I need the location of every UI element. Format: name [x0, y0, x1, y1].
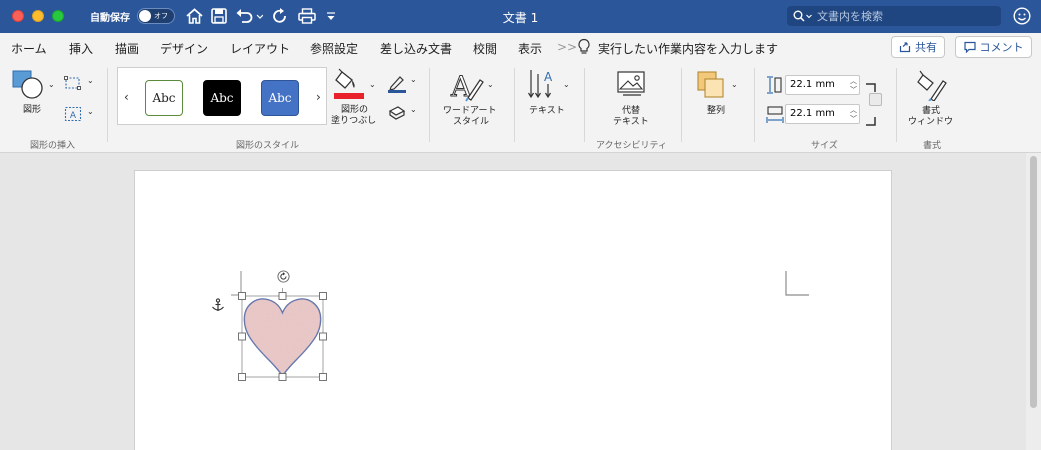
shape-outline-chevron-icon[interactable]: ⌄	[410, 75, 417, 84]
group-separator	[429, 68, 430, 142]
shape-width-input[interactable]	[790, 108, 846, 119]
group-label-insert-shapes: 図形の挿入	[30, 141, 76, 151]
shape-effects-icon[interactable]	[387, 105, 407, 125]
group-separator	[584, 68, 585, 142]
alt-text-icon[interactable]	[617, 70, 647, 102]
style-swatch-text: Abc	[268, 91, 292, 105]
shape-styles-gallery: ‹ Abc Abc Abc ›	[117, 67, 327, 125]
group-label-size: サイズ	[811, 141, 838, 151]
shapes-icon[interactable]	[12, 70, 46, 104]
wordart-label-1: ワードアート	[443, 106, 497, 116]
tab-layout[interactable]: レイアウト	[230, 40, 290, 57]
format-pane-icon[interactable]	[917, 69, 949, 105]
style-swatch-black[interactable]: Abc	[203, 80, 241, 116]
style-swatch-text: Abc	[210, 91, 234, 105]
arrange-label: 整列	[707, 106, 726, 116]
vertical-scrollbar[interactable]	[1026, 153, 1041, 450]
user-icon[interactable]	[1013, 7, 1031, 29]
shape-height-field[interactable]: ︿ ﹀	[785, 75, 860, 95]
style-swatch-outline[interactable]: Abc	[145, 80, 183, 116]
text-box-chevron-icon[interactable]: ⌄	[87, 107, 94, 116]
tab-references[interactable]: 参照設定	[310, 40, 358, 57]
shape-fill-chevron-icon[interactable]: ⌄	[369, 80, 376, 89]
text-direction-icon[interactable]: A	[527, 68, 558, 104]
gallery-prev-chevron-icon[interactable]: ‹	[124, 90, 129, 104]
shapes-label: 図形	[23, 105, 42, 115]
rotate-handle-icon[interactable]	[277, 268, 290, 287]
search-input[interactable]	[817, 9, 997, 23]
comment-icon	[963, 41, 976, 53]
text-chevron-icon[interactable]: ⌄	[563, 80, 570, 89]
heart-shape[interactable]	[235, 288, 333, 384]
group-separator	[107, 68, 108, 142]
group-label-format: 書式	[923, 141, 942, 151]
tab-design[interactable]: デザイン	[160, 40, 208, 57]
alt-text-label-2: テキスト	[613, 117, 649, 127]
width-increase-chevron-icon[interactable]: ︿	[850, 106, 857, 114]
svg-text:A: A	[70, 111, 77, 121]
tell-me-box[interactable]: 実行したい作業内容を入力します	[598, 40, 778, 57]
wordart-styles-icon[interactable]: A	[450, 70, 484, 106]
edit-shape-chevron-icon[interactable]: ⌄	[87, 76, 94, 85]
comment-button[interactable]: コメント	[955, 36, 1032, 58]
tab-draw[interactable]: 描画	[115, 40, 139, 57]
shape-fill-icon[interactable]	[334, 68, 364, 104]
tab-view[interactable]: 表示	[518, 40, 542, 57]
text-box-icon[interactable]: A	[64, 106, 82, 126]
height-decrease-chevron-icon[interactable]: ﹀	[850, 86, 857, 94]
group-separator	[514, 68, 515, 142]
document-page[interactable]	[134, 170, 892, 450]
margin-mark-top-right	[785, 271, 809, 296]
document-area	[0, 153, 1041, 450]
tab-mailings[interactable]: 差し込み文書	[380, 40, 452, 57]
aspect-lock-bracket-bottom-icon	[865, 111, 877, 130]
search-icon	[793, 10, 812, 22]
title-bar: 自動保存 オフ 文書 1	[0, 0, 1041, 33]
arrange-chevron-icon[interactable]: ⌄	[731, 80, 738, 89]
share-button[interactable]: 共有	[891, 36, 945, 58]
group-separator	[681, 68, 682, 142]
shape-fill-label-2: 塗りつぶし	[331, 116, 377, 126]
shape-outline-icon[interactable]	[387, 73, 407, 97]
more-tabs-indicator[interactable]: >>	[557, 40, 577, 54]
svg-text:A: A	[544, 70, 553, 84]
shape-width-icon	[766, 106, 784, 128]
edit-shape-icon[interactable]	[64, 75, 82, 95]
anchor-icon[interactable]	[211, 297, 225, 316]
wordart-label-2: スタイル	[453, 117, 490, 127]
text-label: テキスト	[529, 106, 565, 116]
share-icon	[899, 42, 911, 53]
ribbon-tabs: ホーム 挿入 描画 デザイン レイアウト 参照設定 差し込み文書 校閲 表示 >…	[0, 33, 1041, 62]
format-pane-label-2: ウィンドウ	[908, 117, 954, 127]
group-label-shape-styles: 図形のスタイル	[236, 141, 300, 151]
shape-width-field[interactable]: ︿ ﹀	[785, 104, 860, 124]
tab-review[interactable]: 校閲	[473, 40, 497, 57]
tab-insert[interactable]: 挿入	[69, 40, 93, 57]
scrollbar-thumb[interactable]	[1030, 156, 1037, 408]
shape-fill-label-1: 図形の	[341, 105, 369, 115]
format-pane-label-1: 書式	[922, 106, 941, 116]
style-swatch-text: Abc	[152, 91, 176, 105]
comment-label: コメント	[979, 41, 1024, 54]
shapes-dropdown-chevron-icon[interactable]: ⌄	[48, 80, 55, 89]
tab-home[interactable]: ホーム	[11, 40, 47, 57]
share-label: 共有	[915, 41, 937, 54]
arrange-icon[interactable]	[697, 71, 725, 103]
group-separator	[754, 68, 755, 142]
alt-text-label-1: 代替	[622, 106, 641, 116]
lock-aspect-ratio-checkbox[interactable]	[869, 93, 882, 106]
ribbon: ⌄ 図形 ⌄ A ⌄ 図形の挿入 ‹ Abc Abc Abc › ⌄ 図形の 塗…	[0, 62, 1041, 153]
height-increase-chevron-icon[interactable]: ︿	[850, 77, 857, 85]
group-label-accessibility: アクセシビリティ	[596, 141, 668, 151]
shape-effects-chevron-icon[interactable]: ⌄	[410, 105, 417, 114]
shape-height-input[interactable]	[790, 79, 846, 90]
group-separator	[896, 68, 897, 142]
shape-height-icon	[766, 76, 782, 98]
style-swatch-blue[interactable]: Abc	[261, 80, 299, 116]
wordart-chevron-icon[interactable]: ⌄	[487, 80, 494, 89]
gallery-next-chevron-icon[interactable]: ›	[316, 90, 321, 104]
search-box[interactable]	[787, 6, 1001, 26]
lightbulb-icon	[577, 38, 591, 60]
width-decrease-chevron-icon[interactable]: ﹀	[850, 115, 857, 123]
